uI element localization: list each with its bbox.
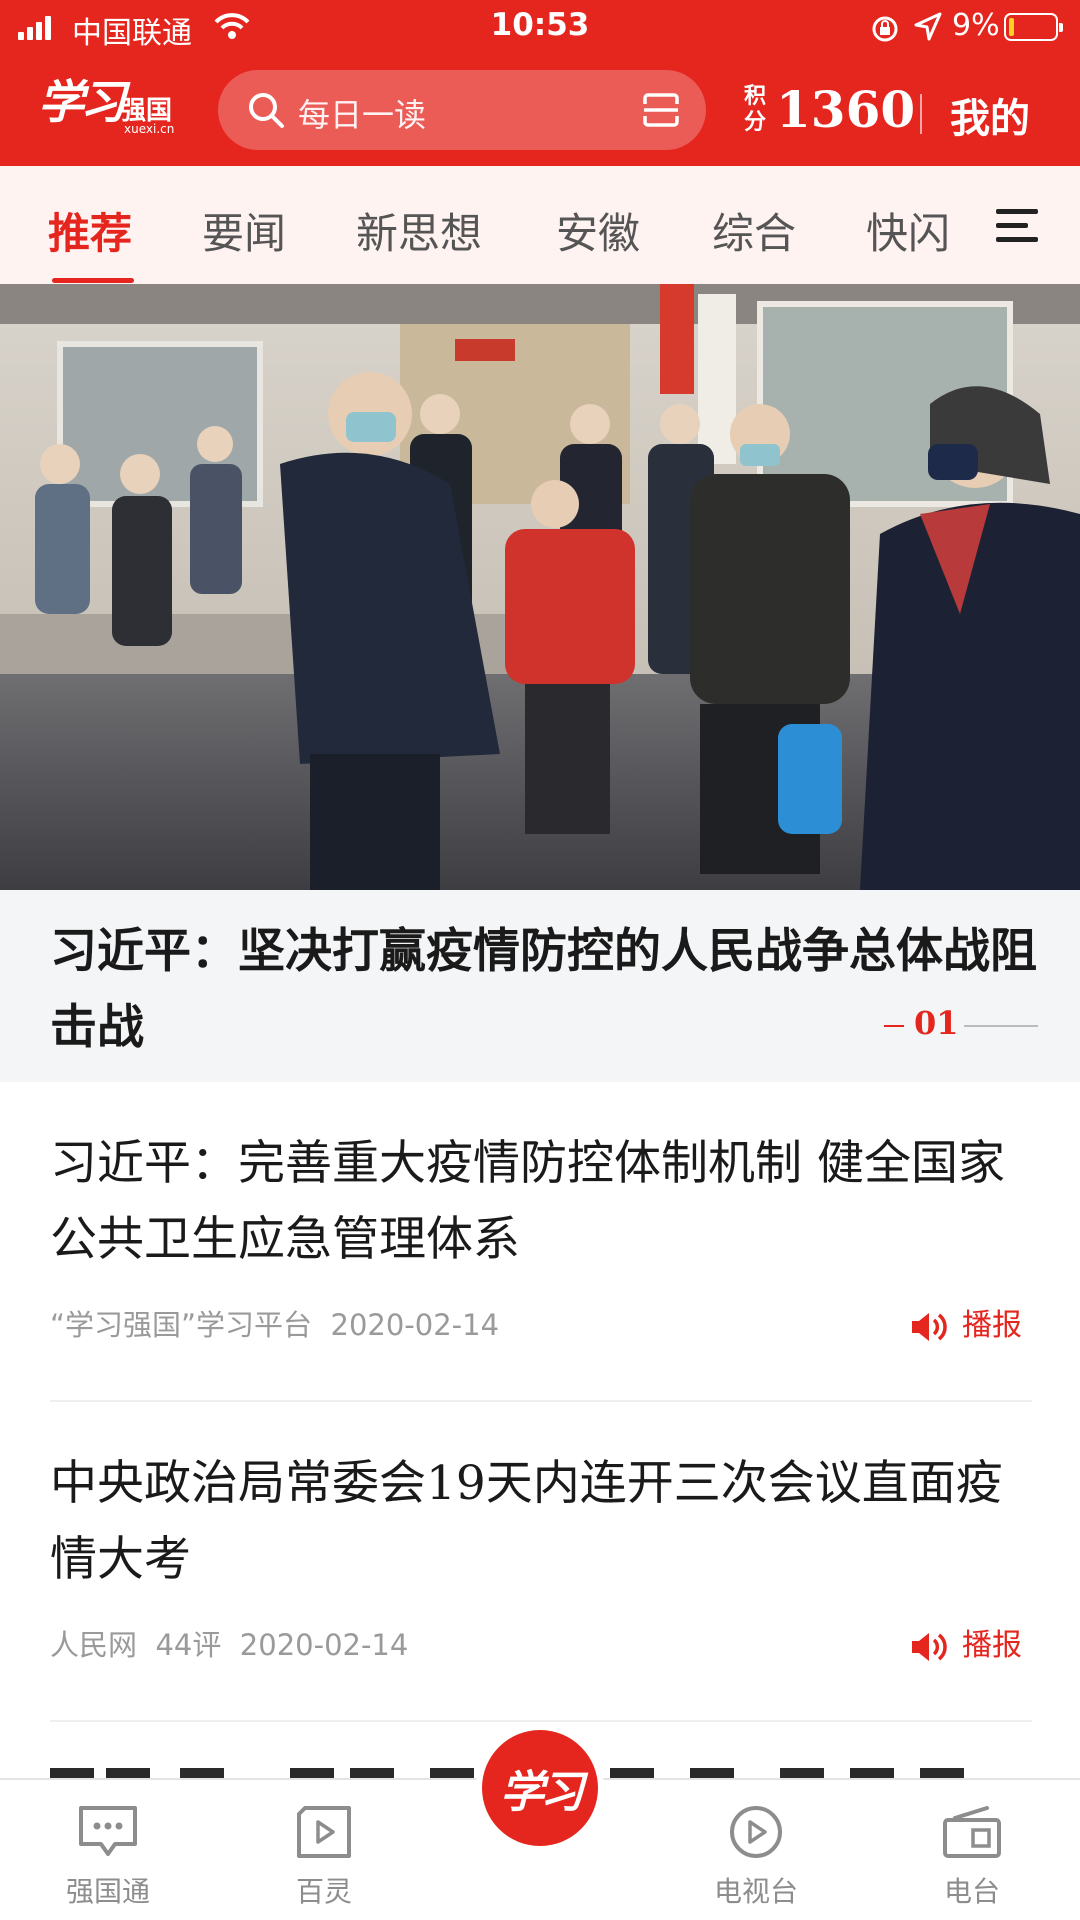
search-icon — [249, 93, 284, 128]
news-title: 中央政治局常委会19天内连开三次会议直面疫情大考 — [50, 1456, 1003, 1587]
list-divider — [50, 1720, 1032, 1722]
nav-radio[interactable]: 电台 — [892, 1804, 1052, 1910]
news-title: 习近平：完善重大疫情防控体制机制 健全国家公共卫生应急管理体系 — [50, 1136, 1005, 1267]
channel-tabs: 推荐 要闻 新思想 安徽 综合 快闪 — [0, 166, 1080, 284]
nav-bailing[interactable]: 百灵 — [244, 1804, 404, 1910]
tab-general[interactable]: 综合 — [712, 200, 796, 261]
tab-new-thought[interactable]: 新思想 — [356, 200, 482, 261]
news-source: 人民网 — [50, 1628, 138, 1662]
broadcast-label: 播报 — [962, 1628, 1022, 1663]
news-meta: 人民网 44评 2020-02-14 — [50, 1622, 408, 1664]
play-circle-icon — [730, 1806, 782, 1858]
hero-photo[interactable] — [0, 284, 1080, 890]
news-item[interactable]: 中央政治局常委会19天内连开三次会议直面疫情大考 人民网 44评 2020-02… — [50, 1446, 1032, 1676]
tab-recommend[interactable]: 推荐 — [48, 200, 132, 261]
carousel-index: 01 — [914, 1004, 959, 1042]
tab-news[interactable]: 要闻 — [202, 200, 286, 261]
location-icon — [914, 12, 942, 41]
xuexi-logo[interactable]: 学习 强国 xuexi.cn — [38, 66, 188, 140]
battery-icon — [1004, 13, 1063, 41]
tab-flash[interactable]: 快闪 — [866, 200, 950, 261]
broadcast-button[interactable]: 播报 — [910, 1300, 1022, 1344]
news-meta: “学习强国”学习平台 2020-02-14 — [50, 1302, 499, 1344]
channel-menu-icon[interactable] — [996, 206, 1038, 246]
speaker-icon — [912, 1632, 947, 1661]
broadcast-button[interactable]: 播报 — [910, 1620, 1022, 1664]
points-value[interactable]: 1360 — [776, 80, 915, 139]
status-bar: 中国联通 10:53 9% — [0, 0, 1080, 56]
news-item[interactable]: 习近平：完善重大疫情防控体制机制 健全国家公共卫生应急管理体系 “学习强国”学习… — [50, 1126, 1032, 1356]
scan-icon[interactable] — [642, 92, 680, 128]
headline-card[interactable]: 习近平：坚决打赢疫情防控的人民战争总体战阻击战 01 — [0, 890, 1080, 1082]
news-date: 2020-02-14 — [330, 1308, 500, 1342]
nav-qiangguotong[interactable]: 强国通 — [28, 1804, 188, 1910]
carousel-indicator: 01 — [884, 1004, 1038, 1048]
short-video-icon — [297, 1806, 351, 1858]
news-source: “学习强国”学习平台 — [50, 1308, 313, 1342]
battery-percent: 9% — [952, 8, 1000, 43]
list-divider — [50, 1400, 1032, 1402]
points-label: 积分 — [744, 84, 767, 135]
xuexi-logo-mark: 学习 — [500, 1767, 584, 1818]
chat-icon — [79, 1806, 137, 1856]
radio-icon — [943, 1806, 1001, 1858]
my-profile-button[interactable]: 我的 — [950, 86, 1030, 144]
active-tab-indicator — [52, 278, 134, 283]
search-bar[interactable]: 每日一读 — [218, 70, 706, 150]
news-date: 2020-02-14 — [239, 1628, 409, 1662]
search-placeholder: 每日一读 — [298, 96, 427, 134]
rotation-lock-icon — [872, 16, 898, 42]
nav-xuexi-home-button[interactable]: 学习 — [482, 1730, 598, 1846]
app-header: 中国联通 10:53 9% 学习 强国 xuexi.cn 每日一读 积分 136… — [0, 0, 1080, 166]
news-comments: 44评 — [155, 1628, 222, 1662]
tab-anhui[interactable]: 安徽 — [556, 200, 640, 261]
header-divider — [920, 94, 922, 134]
broadcast-label: 播报 — [962, 1308, 1022, 1343]
speaker-icon — [912, 1312, 947, 1341]
nav-tv[interactable]: 电视台 — [676, 1804, 836, 1910]
